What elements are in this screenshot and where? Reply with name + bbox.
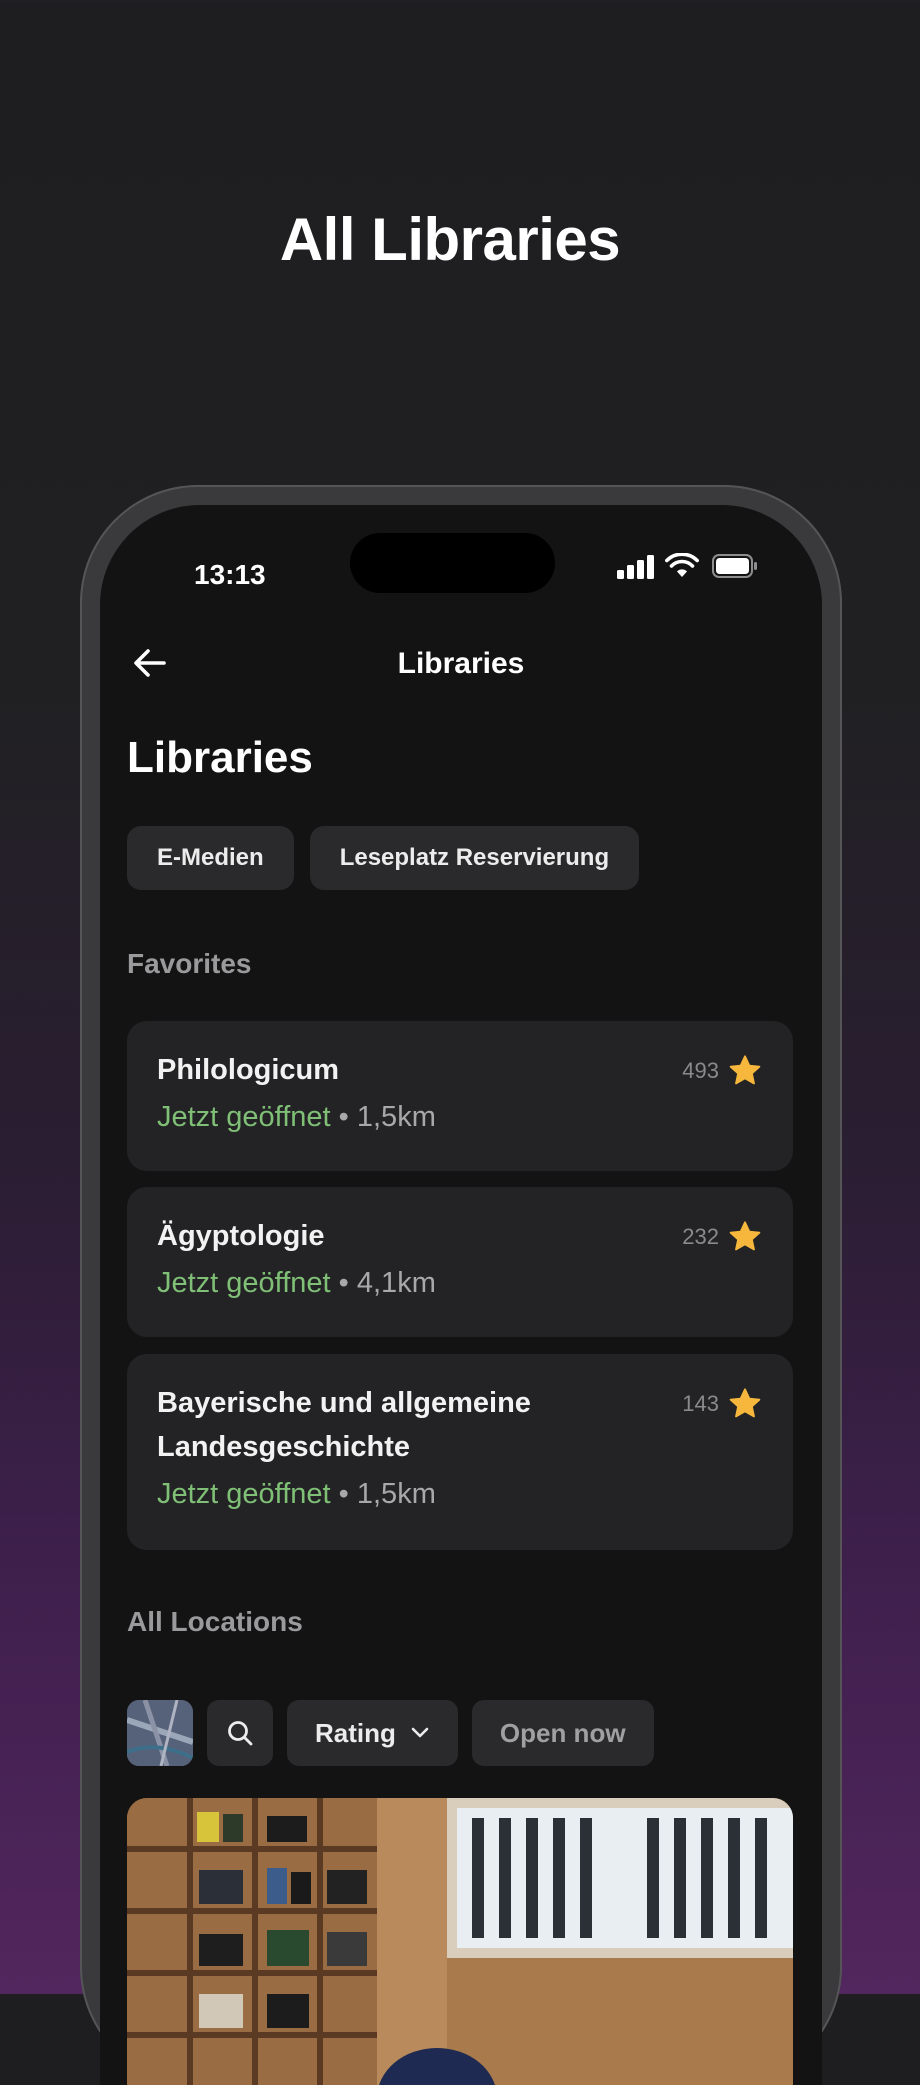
library-meta: Jetzt geöffnet • 4,1km [157, 1261, 763, 1305]
page-title: Libraries [127, 733, 313, 782]
library-name: Ägyptologie [157, 1220, 325, 1252]
dynamic-island [350, 533, 555, 593]
favorites-label: Favorites [127, 948, 252, 979]
wifi-icon [665, 553, 699, 577]
map-view-toggle[interactable] [127, 1700, 193, 1766]
open-status: Jetzt geöffnet [157, 1101, 331, 1133]
meta-separator: • [338, 1101, 349, 1133]
sort-label: Rating [315, 1717, 396, 1748]
status-time: 13:13 [194, 559, 266, 590]
chip-e-medien[interactable]: E-Medien [127, 826, 294, 890]
rating: 232 [682, 1219, 763, 1255]
library-name: Philologicum [157, 1054, 340, 1086]
favorite-card[interactable]: Bayerische und allgemeine Landesgeschich… [127, 1354, 793, 1550]
star-icon [729, 1221, 761, 1251]
chip-leseplatz-reservierung[interactable]: Leseplatz Reservierung [309, 826, 640, 890]
chevron-down-icon [411, 1727, 429, 1738]
rating-count: 232 [682, 1224, 719, 1249]
status-bar: 13:13 [100, 505, 822, 595]
rating-count: 143 [682, 1391, 719, 1416]
open-now-filter[interactable]: Open now [471, 1700, 654, 1766]
search-icon [228, 1721, 253, 1746]
library-meta: Jetzt geöffnet • 1,5km [157, 1095, 763, 1139]
distance: 1,5km [356, 1478, 436, 1510]
rating: 143 [682, 1386, 763, 1422]
favorite-card[interactable]: Ägyptologie Jetzt geöffnet • 4,1km 232 [127, 1187, 793, 1337]
library-interior-image [127, 1798, 793, 2085]
cellular-signal-icon [617, 555, 654, 579]
phone-screen: 13:13 Libraries Libraries E-Medien Lesep… [100, 505, 822, 2085]
favorite-card[interactable]: Philologicum Jetzt geöffnet • 1,5km 493 [127, 1021, 793, 1171]
meta-separator: • [338, 1478, 349, 1510]
battery-icon [712, 554, 757, 578]
library-name: Bayerische und allgemeine Landesgeschich… [157, 1387, 531, 1463]
library-photo[interactable] [127, 1798, 793, 2085]
all-locations-label: All Locations [127, 1606, 303, 1637]
open-status: Jetzt geöffnet [157, 1267, 331, 1299]
map-icon [127, 1700, 193, 1766]
rating-count: 493 [682, 1058, 719, 1083]
star-icon [729, 1388, 761, 1418]
nav-title: Libraries [397, 647, 525, 680]
location-filters: Rating Open now [127, 1700, 654, 1766]
star-icon [729, 1055, 761, 1085]
headline: All Libraries [279, 206, 621, 273]
phone-frame: 13:13 Libraries Libraries E-Medien Lesep… [80, 485, 842, 2085]
sort-rating-dropdown[interactable]: Rating [287, 1700, 458, 1766]
rating: 493 [682, 1053, 763, 1089]
distance: 1,5km [356, 1101, 436, 1133]
quick-action-chips: E-Medien Leseplatz Reservierung [127, 826, 640, 890]
meta-separator: • [338, 1267, 349, 1299]
open-status: Jetzt geöffnet [157, 1478, 331, 1510]
distance: 4,1km [356, 1267, 436, 1299]
search-button[interactable] [207, 1700, 273, 1766]
nav-bar: Libraries [100, 635, 822, 695]
library-meta: Jetzt geöffnet • 1,5km [157, 1472, 763, 1516]
